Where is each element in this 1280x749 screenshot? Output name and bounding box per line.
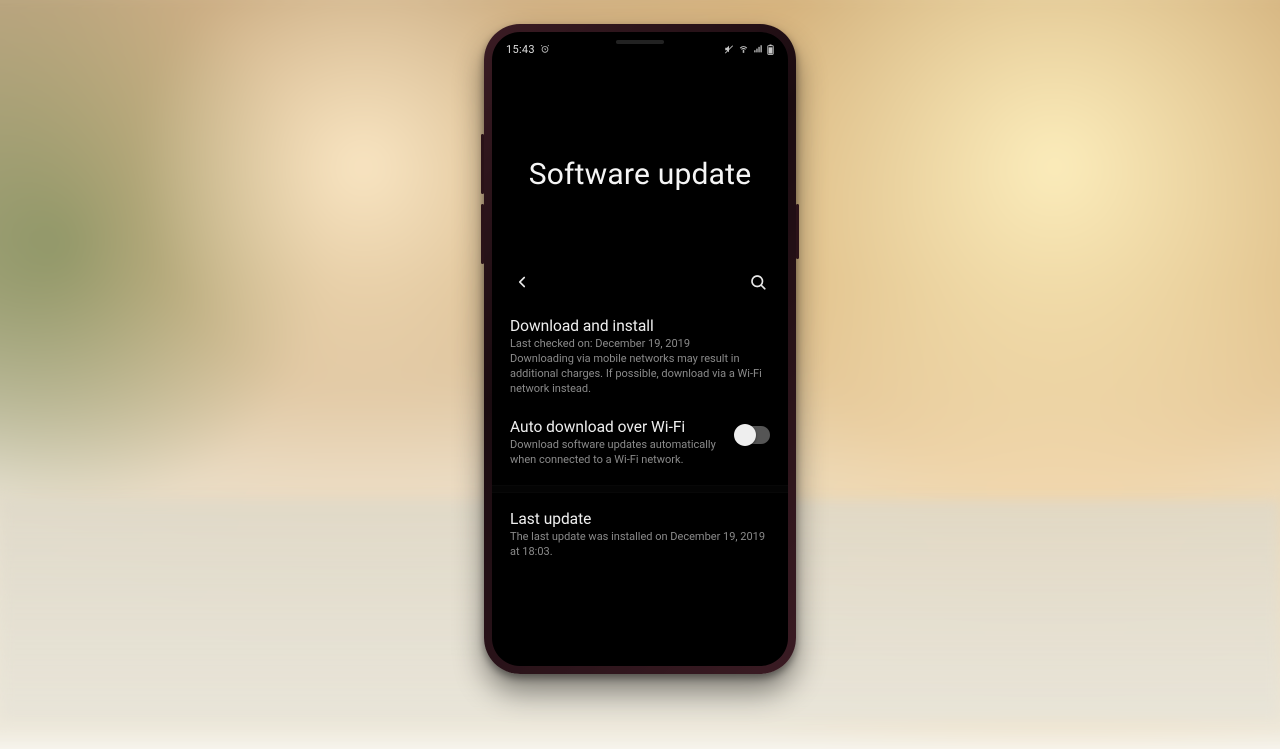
signal-icon bbox=[753, 44, 763, 54]
big-header: Software update bbox=[492, 62, 788, 262]
item-last-update[interactable]: Last update The last update was installe… bbox=[492, 499, 788, 571]
battery-icon bbox=[767, 44, 774, 55]
page-title: Software update bbox=[502, 157, 778, 192]
item-title: Auto download over Wi-Fi bbox=[510, 418, 726, 436]
item-title: Last update bbox=[510, 510, 770, 528]
app-bar bbox=[492, 262, 788, 306]
search-icon bbox=[749, 273, 767, 291]
auto-download-toggle[interactable] bbox=[736, 426, 770, 444]
wifi-icon bbox=[738, 44, 749, 54]
phone-frame: 15:43 bbox=[484, 24, 796, 674]
item-desc: The last update was installed on Decembe… bbox=[510, 530, 770, 560]
back-button[interactable] bbox=[508, 268, 536, 296]
item-desc: Download software updates automatically … bbox=[510, 438, 726, 468]
item-desc: Last checked on: December 19, 2019 Downl… bbox=[510, 337, 770, 396]
item-title: Download and install bbox=[510, 317, 770, 335]
earpiece-slot bbox=[616, 40, 664, 44]
status-bar: 15:43 bbox=[492, 32, 788, 62]
status-time: 15:43 bbox=[506, 43, 535, 56]
search-button[interactable] bbox=[744, 268, 772, 296]
chevron-left-icon bbox=[513, 273, 531, 291]
settings-list: Download and install Last checked on: De… bbox=[492, 306, 788, 571]
item-download-and-install[interactable]: Download and install Last checked on: De… bbox=[492, 306, 788, 407]
phone-screen: 15:43 bbox=[492, 32, 788, 666]
section-divider bbox=[492, 485, 788, 493]
item-auto-download-wifi[interactable]: Auto download over Wi-Fi Download softwa… bbox=[492, 407, 788, 479]
mute-icon bbox=[724, 44, 734, 54]
alarm-icon bbox=[540, 44, 550, 54]
